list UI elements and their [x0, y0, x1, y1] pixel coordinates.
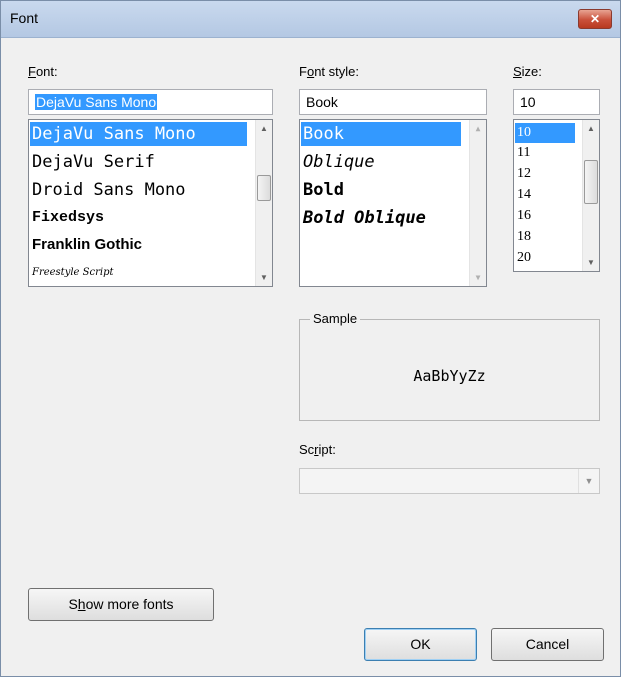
font-list-item[interactable]: Freestyle Script [30, 261, 114, 285]
close-button[interactable]: ✕ [578, 9, 612, 29]
down-arrow-icon[interactable]: ▼ [470, 269, 486, 286]
font-style-item[interactable]: Bold [301, 178, 344, 202]
font-label: Font: [28, 64, 58, 79]
script-label: Script: [299, 442, 336, 457]
font-label-text: ont: [35, 64, 58, 79]
script-select[interactable]: ▼ [299, 468, 600, 494]
down-arrow-icon[interactable]: ▼ [583, 254, 599, 271]
title-bar[interactable]: Font ✕ [1, 1, 620, 38]
font-list-scroll-thumb[interactable] [257, 175, 271, 201]
font-style-item[interactable]: Book [301, 122, 461, 146]
sample-group: Sample AaBbYyZz [299, 311, 600, 421]
up-arrow-icon[interactable]: ▲ [583, 120, 599, 137]
size-item[interactable]: 12 [515, 164, 531, 184]
font-list-item[interactable]: Franklin Gothic [30, 233, 142, 257]
script-label-text: Sc [299, 442, 315, 457]
up-arrow-icon[interactable]: ▲ [256, 120, 272, 137]
window-title: Font [10, 10, 39, 26]
chevron-down-icon[interactable]: ▼ [578, 469, 599, 493]
size-list-scroll-thumb[interactable] [584, 160, 598, 204]
font-list-scrollbar[interactable]: ▲ ▼ [255, 120, 272, 286]
size-item[interactable]: 16 [515, 206, 531, 226]
font-style-list[interactable]: Book Oblique Bold Bold Oblique ▲ ▼ [299, 119, 487, 287]
font-style-label: Font style: [299, 64, 359, 79]
size-item[interactable]: 18 [515, 227, 531, 247]
show-more-fonts-button[interactable]: Show more fonts [28, 588, 214, 621]
size-label-mnemonic: S [513, 64, 522, 79]
script-label-text: ipt: [318, 442, 336, 457]
show-more-fonts-label: S [68, 596, 78, 612]
font-list-item[interactable]: Droid Sans Mono [30, 178, 186, 202]
font-style-label-text: nt style: [314, 64, 359, 79]
size-item[interactable]: 20 [515, 248, 531, 268]
up-arrow-icon[interactable]: ▲ [470, 120, 486, 137]
size-label: Size: [513, 64, 542, 79]
size-item[interactable]: 10 [515, 123, 575, 143]
size-list[interactable]: 10 11 12 14 16 18 20 ▲ ▼ [513, 119, 600, 272]
font-style-input[interactable]: Book [299, 89, 487, 115]
size-input[interactable]: 10 [513, 89, 600, 115]
cancel-button[interactable]: Cancel [491, 628, 604, 661]
font-style-scrollbar[interactable]: ▲ ▼ [469, 120, 486, 286]
show-more-fonts-label: ow more fonts [85, 596, 174, 612]
ok-button[interactable]: OK [364, 628, 477, 661]
font-style-label-text: F [299, 64, 307, 79]
down-arrow-icon[interactable]: ▼ [256, 269, 272, 286]
size-item[interactable]: 14 [515, 185, 531, 205]
size-item[interactable]: 11 [515, 143, 530, 163]
font-label-mnemonic: F [28, 64, 36, 79]
close-icon: ✕ [589, 12, 601, 26]
sample-text: AaBbYyZz [413, 367, 486, 385]
font-list-item[interactable]: DejaVu Sans Mono [30, 122, 247, 146]
size-label-text: ize: [521, 64, 542, 79]
show-more-fonts-mnemonic: h [77, 596, 86, 612]
sample-title: Sample [310, 311, 361, 326]
font-list-item[interactable]: DejaVu Serif [30, 150, 155, 174]
font-list[interactable]: DejaVu Sans Mono DejaVu Serif Droid Sans… [28, 119, 273, 287]
font-style-item[interactable]: Oblique [301, 150, 375, 174]
font-style-item[interactable]: Bold Oblique [301, 206, 426, 230]
font-dialog: Font ✕ Font: DejaVu Sans Mono DejaVu San… [0, 0, 621, 677]
font-name-input[interactable]: DejaVu Sans Mono [28, 89, 273, 115]
font-list-item[interactable]: Fixedsys [30, 206, 104, 230]
size-list-scrollbar[interactable]: ▲ ▼ [582, 120, 599, 271]
font-name-value: DejaVu Sans Mono [35, 94, 158, 110]
